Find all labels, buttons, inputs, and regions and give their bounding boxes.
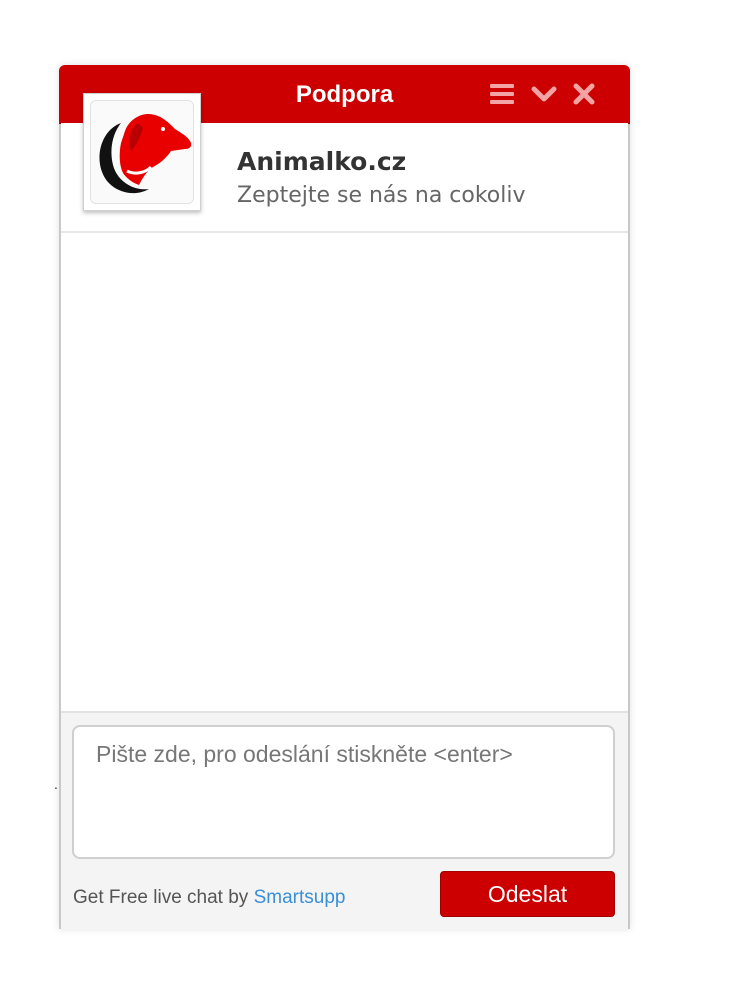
close-icon[interactable] xyxy=(569,79,599,109)
powered-by-prefix: Get Free live chat by xyxy=(73,887,254,908)
smartsupp-link[interactable]: Smartsupp xyxy=(254,887,346,908)
company-name: Animalko.cz xyxy=(237,147,407,176)
company-avatar xyxy=(83,93,201,211)
stray-dot: . xyxy=(54,776,58,792)
message-area[interactable] xyxy=(61,233,628,711)
chat-window: Podpora Animalko.cz Zeptejte se nás na c… xyxy=(59,65,630,931)
chat-header: Animalko.cz Zeptejte se nás na cokoliv xyxy=(61,93,628,233)
powered-by-text: Get Free live chat by Smartsupp xyxy=(73,887,345,909)
send-button[interactable]: Odeslat xyxy=(440,871,615,917)
chevron-down-icon[interactable] xyxy=(529,79,559,109)
composer-footer: Get Free live chat by Smartsupp Odeslat xyxy=(61,711,628,931)
company-tagline: Zeptejte se nás na cokoliv xyxy=(237,183,526,208)
message-input[interactable] xyxy=(72,725,615,859)
hamburger-menu-icon[interactable] xyxy=(487,79,517,109)
red-dog-head-logo-icon xyxy=(90,100,194,204)
